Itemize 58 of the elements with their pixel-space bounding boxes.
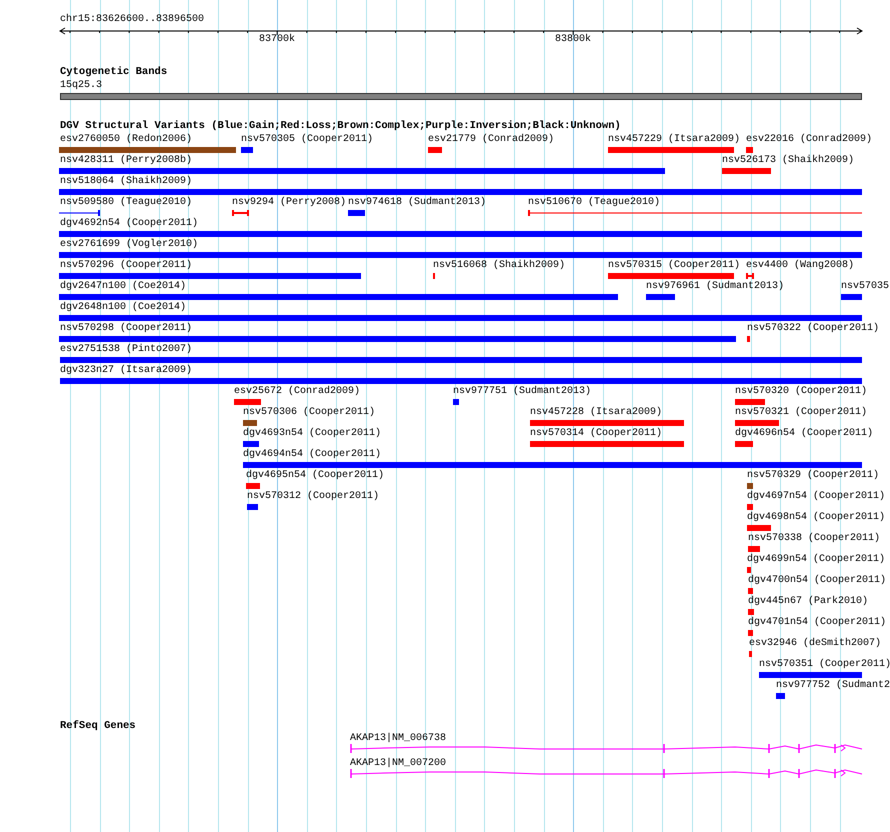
variant-label: nsv526173 (Shaikh2009)	[722, 155, 854, 166]
variant-label: nsv510670 (Teague2010)	[528, 197, 660, 208]
variant-label: nsv9294 (Perry2008)	[232, 197, 346, 208]
track-title: Cytogenetic Bands	[60, 67, 168, 78]
variant-label: nsv570312 (Cooper2011)	[247, 491, 380, 502]
variant-label: nsv570321 (Cooper2011)	[735, 407, 868, 418]
variant-label: nsv457228 (Itsara2009)	[530, 407, 662, 418]
variant-label: dgv323n27 (Itsara2009)	[60, 365, 192, 376]
variant-label: dgv2647n100 (Coe2014)	[60, 281, 186, 292]
variant-label: dgv2648n100 (Coe2014)	[60, 302, 186, 313]
variant-label: dgv4692n54 (Cooper2011)	[60, 218, 198, 229]
variant-label: nsv570322 (Cooper2011)	[747, 323, 880, 334]
variant-label: nsv428311 (Perry2008b)	[60, 155, 192, 166]
variant-label: dgv4696n54 (Cooper2011)	[735, 428, 874, 439]
variant-label: esv22016 (Conrad2009)	[746, 134, 872, 145]
variant-label: dgv4693n54 (Cooper2011)	[243, 428, 382, 439]
variant-label: nsv570315 (Cooper2011)	[608, 260, 740, 271]
variant-label: esv2751538 (Pinto2007)	[60, 344, 192, 355]
variant-label: nsv977752 (Sudmant2	[776, 680, 890, 691]
variant-label: nsv570298 (Cooper2011)	[60, 323, 192, 334]
variant-label: dgv4699n54 (Cooper2011)	[747, 554, 886, 565]
variant-label: dgv4698n54 (Cooper2011)	[747, 512, 886, 523]
variant-label: nsv516068 (Shaikh2009)	[433, 260, 566, 271]
variant-label: nsv57035	[841, 281, 890, 292]
variant-label: esv2760050 (Redon2006)	[60, 134, 192, 145]
track-title: DGV Structural Variants (Blue:Gain;Red:Loss;Brown:Complex;Purple:Inversion;Black:Unknown)	[60, 121, 621, 132]
variant-label: esv2761699 (Vogler2010)	[60, 239, 198, 250]
variant-label: nsv570351 (Cooper2011)	[759, 659, 890, 670]
variant-label: nsv570314 (Cooper2011)	[530, 428, 662, 439]
variant-label: nsv570320 (Cooper2011)	[735, 386, 868, 397]
gene-label: AKAP13|NM_007200	[350, 758, 446, 769]
variant-label: dgv4694n54 (Cooper2011)	[243, 449, 382, 460]
variant-label: esv21779 (Conrad2009)	[428, 134, 554, 145]
variant-label: dgv445n67 (Park2010)	[748, 596, 868, 607]
variant-label: dgv4700n54 (Cooper2011)	[748, 575, 886, 586]
band-label: 15q25.3	[60, 80, 102, 91]
variant-label: esv32946 (deSmith2007)	[749, 638, 882, 649]
gene-label: AKAP13|NM_006738	[350, 733, 446, 744]
variant-label: dgv4697n54 (Cooper2011)	[747, 491, 886, 502]
variant-label: nsv570329 (Cooper2011)	[747, 470, 880, 481]
variant-label: nsv570306 (Cooper2011)	[243, 407, 376, 418]
tick-label: 83800k	[555, 34, 592, 45]
variant-label: esv25672 (Conrad2009)	[234, 386, 360, 397]
tick-label: 83700k	[259, 34, 296, 45]
variant-label: nsv570338 (Cooper2011)	[748, 533, 880, 544]
variant-label: nsv570305 (Cooper2011)	[241, 134, 374, 145]
variant-label: nsv977751 (Sudmant2013)	[453, 386, 592, 397]
variant-label: nsv457229 (Itsara2009)	[608, 134, 740, 145]
track-title: RefSeq Genes	[60, 721, 136, 732]
variant-label: esv4400 (Wang2008)	[746, 260, 854, 271]
variant-label: nsv509580 (Teague2010)	[60, 197, 192, 208]
variant-label: nsv974618 (Sudmant2013)	[348, 197, 486, 208]
variant-label: nsv570296 (Cooper2011)	[60, 260, 192, 271]
location-label: chr15:83626600..83896500	[60, 14, 204, 25]
variant-label: dgv4701n54 (Cooper2011)	[748, 617, 886, 628]
variant-label: nsv976961 (Sudmant2013)	[646, 281, 784, 292]
variant-label: dgv4695n54 (Cooper2011)	[246, 470, 384, 481]
variant-label: nsv518064 (Shaikh2009)	[60, 176, 192, 187]
